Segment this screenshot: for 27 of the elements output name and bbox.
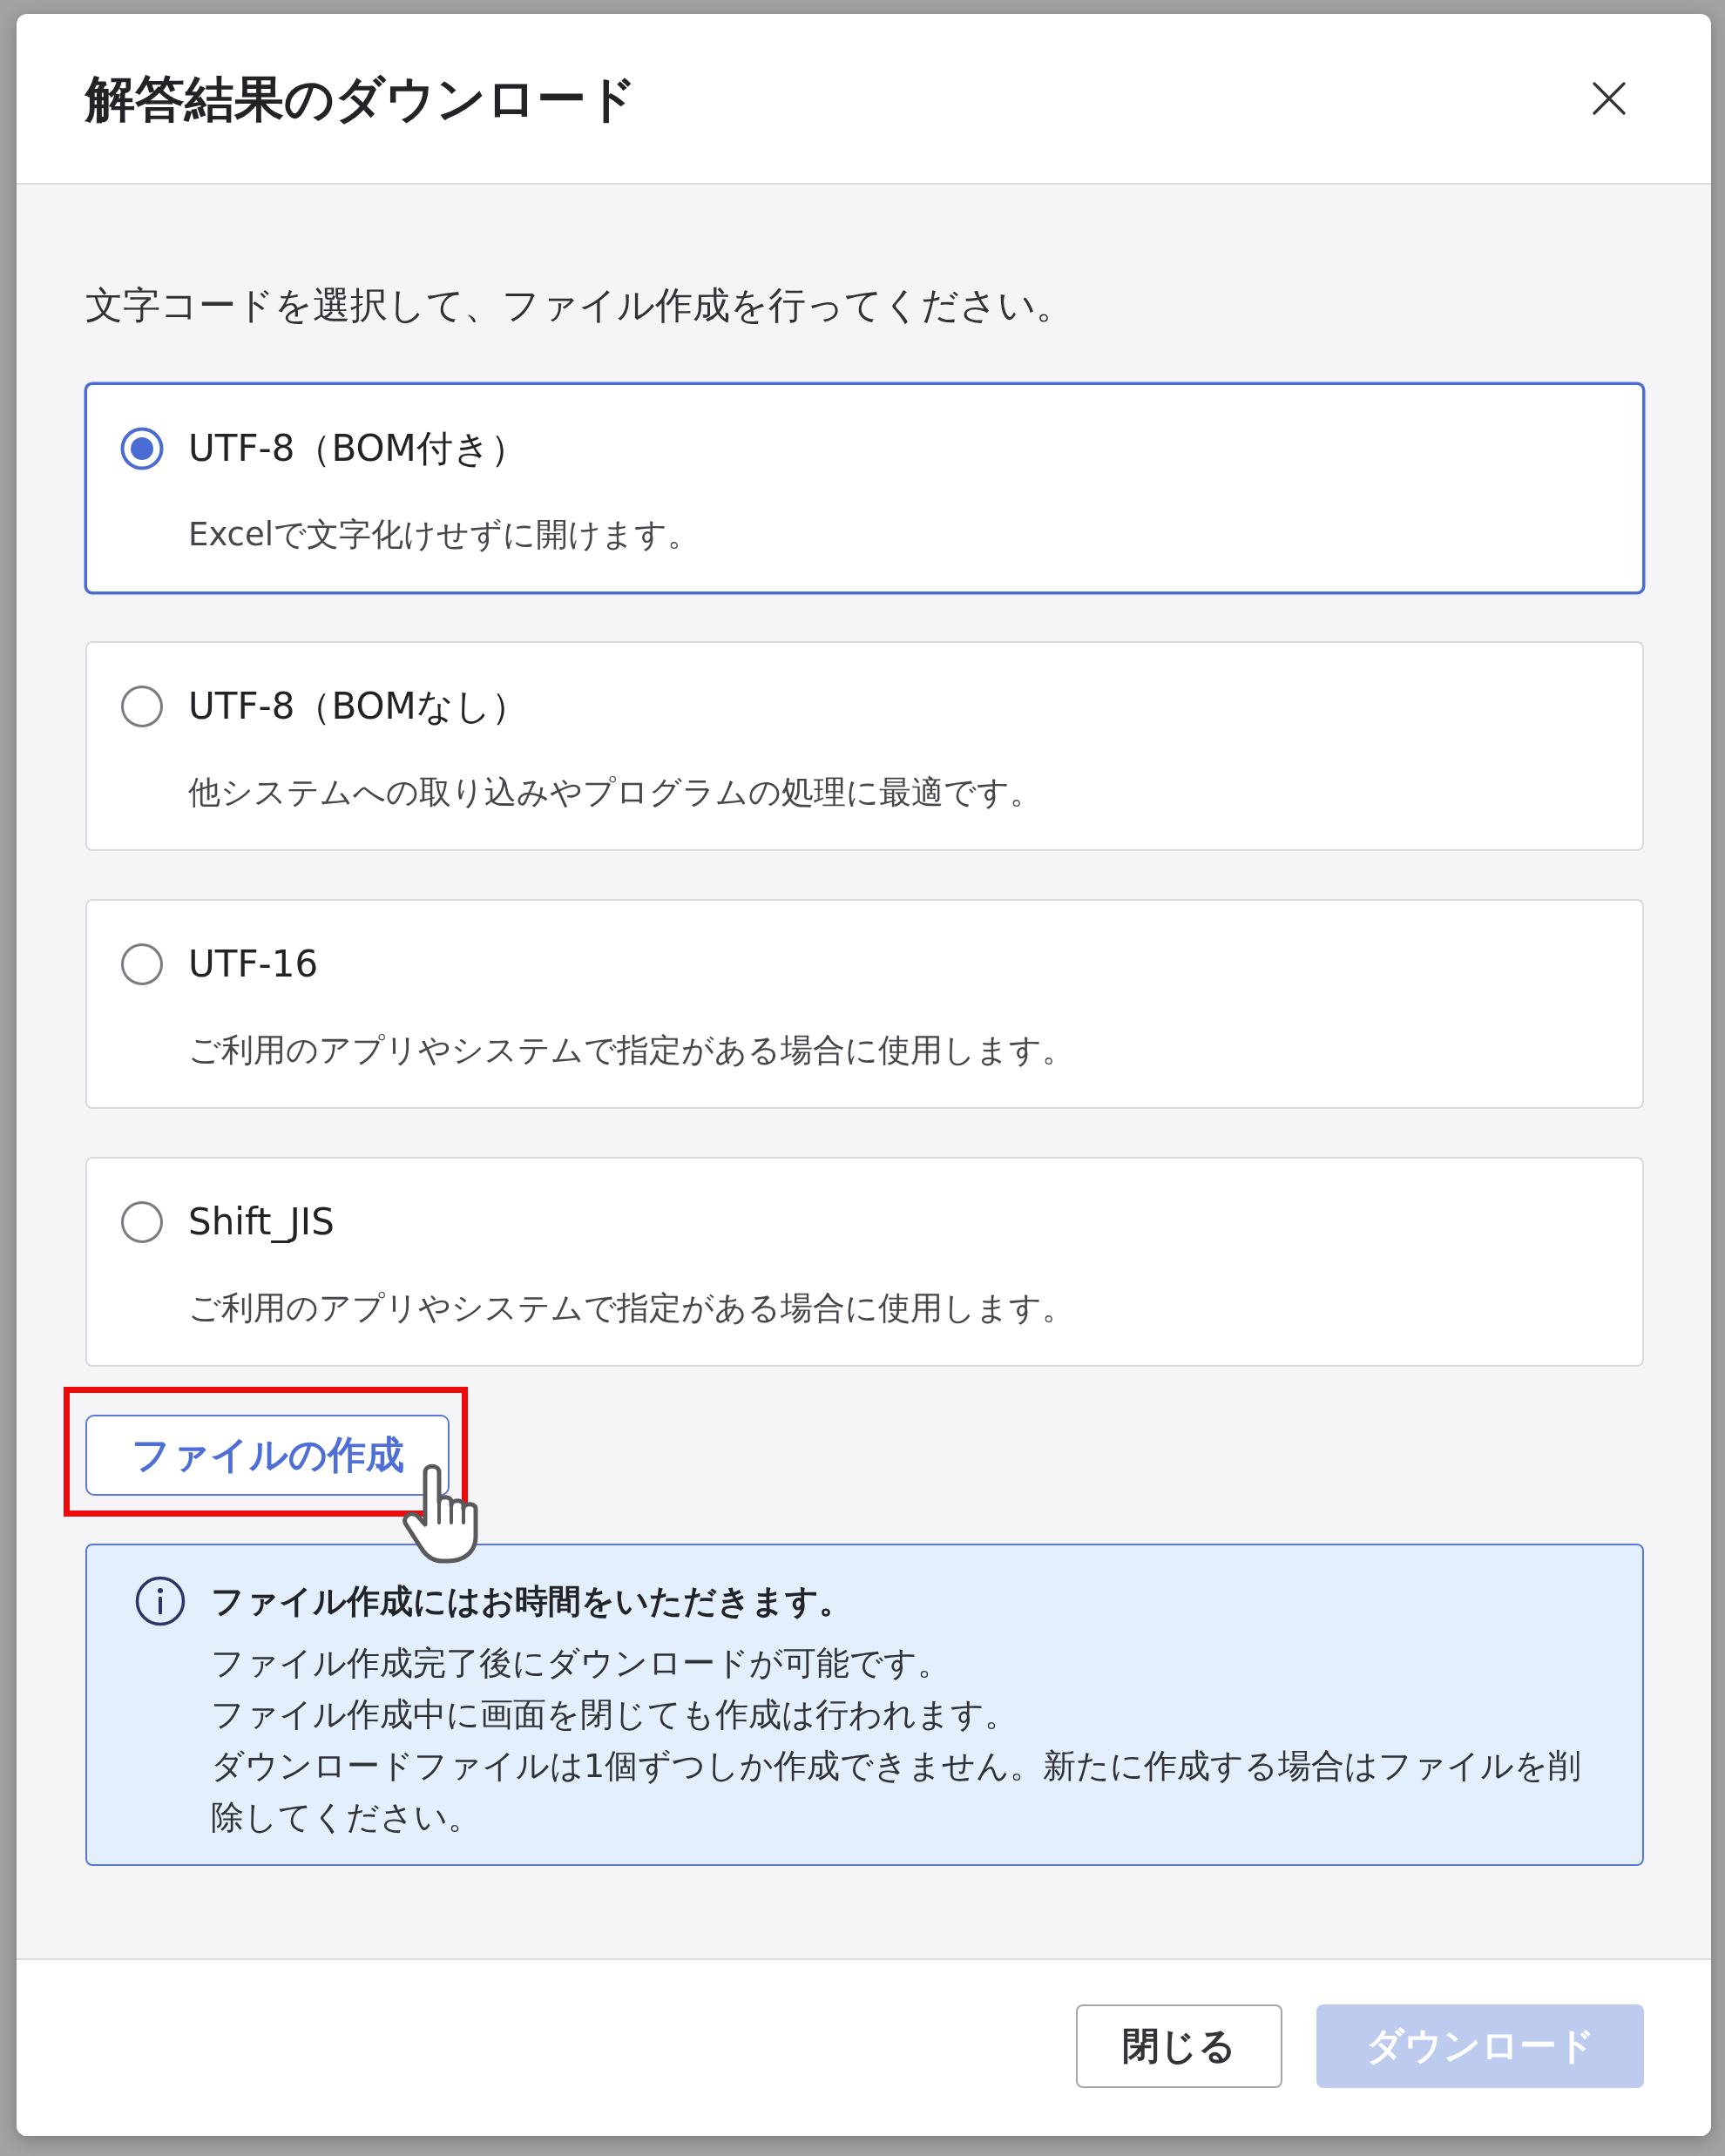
option-label: UTF-8（BOM付き）: [188, 426, 528, 471]
option-description: ご利用のアプリやシステムで指定がある場合に使用します。: [188, 1288, 1075, 1328]
create-file-button[interactable]: ファイルの作成: [85, 1415, 450, 1496]
dialog-title: 解答結果のダウンロード: [85, 68, 637, 129]
info-heading: ファイル作成にはお時間をいただきます。: [211, 1581, 853, 1622]
option-label: Shift_JIS: [188, 1200, 335, 1245]
instruction-text: 文字コードを選択して、ファイル作成を行ってください。: [85, 282, 1074, 328]
encoding-option[interactable]: UTF-8（BOM付き） Excelで文字化けせずに開けます。: [85, 383, 1644, 593]
encoding-option[interactable]: UTF-16 ご利用のアプリやシステムで指定がある場合に使用します。: [85, 899, 1644, 1109]
encoding-option[interactable]: UTF-8（BOMなし） 他システムへの取り込みやプログラムの処理に最適です。: [85, 641, 1644, 851]
option-description: 他システムへの取り込みやプログラムの処理に最適です。: [188, 773, 1043, 813]
info-text: ファイル作成中に画面を閉じても作成は行われます。: [211, 1694, 1018, 1735]
option-description: Excelで文字化けせずに開けます。: [188, 515, 700, 555]
info-text: ファイル作成完了後にダウンロードが可能です。: [211, 1643, 951, 1684]
radio-button[interactable]: [120, 427, 164, 470]
info-text: ダウンロードファイルは1個ずつしか作成できません。新たに作成する場合はファイルを削除してください。: [211, 1746, 1583, 1838]
option-label: UTF-16: [188, 942, 320, 987]
close-dialog-button[interactable]: 閉じる: [1076, 2004, 1282, 2088]
info-icon: [135, 1576, 186, 1626]
option-label: UTF-8（BOMなし）: [188, 684, 529, 729]
radio-button[interactable]: [120, 1200, 164, 1244]
encoding-option[interactable]: Shift_JIS ご利用のアプリやシステムで指定がある場合に使用します。: [85, 1157, 1644, 1367]
option-description: ご利用のアプリやシステムで指定がある場合に使用します。: [188, 1031, 1075, 1071]
close-button[interactable]: [1593, 82, 1626, 115]
radio-button[interactable]: [120, 685, 164, 728]
radio-button[interactable]: [120, 943, 164, 986]
close-icon: [1593, 82, 1626, 115]
